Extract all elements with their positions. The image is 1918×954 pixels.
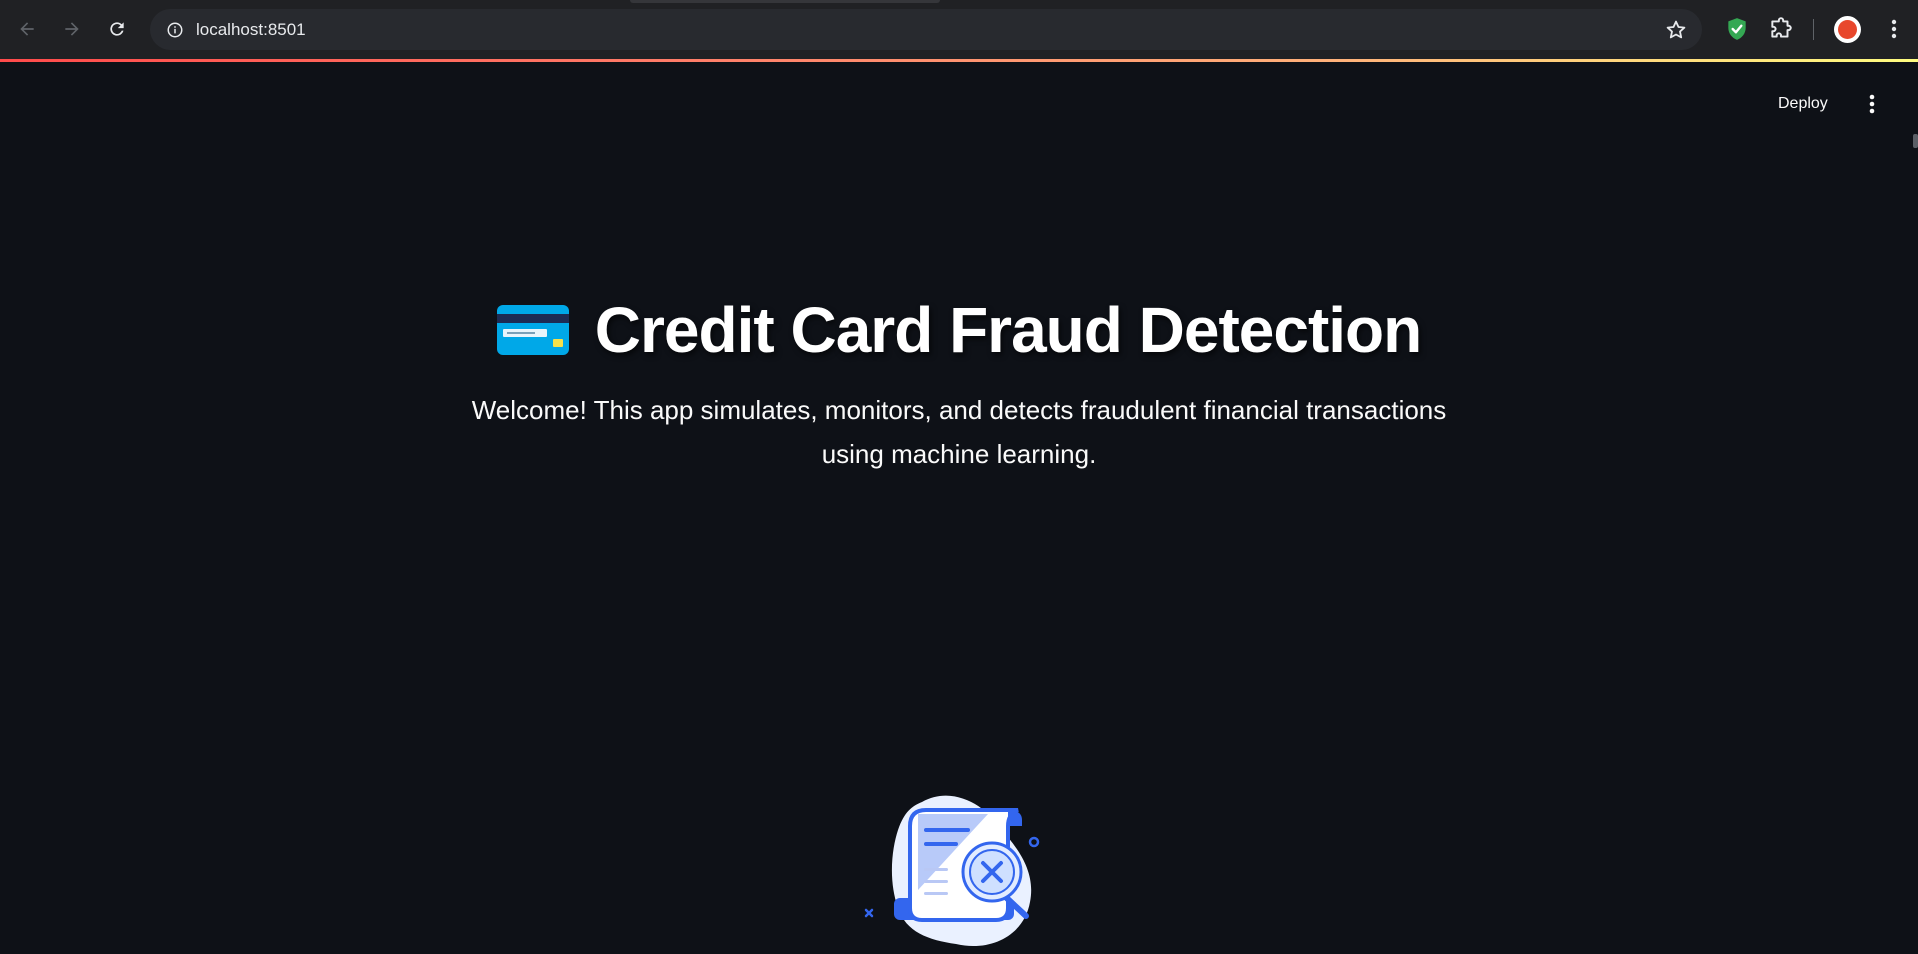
deploy-button[interactable]: Deploy — [1772, 90, 1834, 118]
forward-button[interactable] — [55, 12, 89, 46]
browser-toolbar: localhost:8501 — [0, 0, 1918, 59]
shield-check-icon[interactable] — [1724, 16, 1750, 42]
reload-icon — [110, 22, 124, 36]
credit-card-icon — [496, 305, 569, 355]
puzzle-icon[interactable] — [1768, 16, 1794, 42]
page-header: Credit Card Fraud Detection — [0, 280, 1918, 380]
toolbar-divider — [1813, 19, 1814, 40]
kebab-menu-icon[interactable] — [1883, 16, 1905, 42]
arrow-right-icon — [65, 22, 79, 36]
profile-avatar[interactable] — [1834, 16, 1861, 43]
url-text[interactable]: localhost:8501 — [196, 20, 306, 40]
kebab-menu-icon — [1869, 94, 1875, 114]
address-bar[interactable]: localhost:8501 — [150, 9, 1702, 50]
star-icon[interactable] — [1664, 18, 1688, 42]
reload-button[interactable] — [100, 12, 134, 46]
info-icon — [167, 22, 183, 38]
fraud-receipt-magnifier-illustration — [864, 795, 1040, 947]
avatar-image — [1838, 20, 1857, 39]
tab-strip-edge — [630, 0, 940, 3]
app-view: Deploy Credit Card Fraud Detection Welco… — [0, 62, 1918, 954]
back-button[interactable] — [10, 12, 44, 46]
page-title: Credit Card Fraud Detection — [594, 294, 1422, 366]
site-info-button[interactable] — [160, 15, 190, 45]
intro-text: Welcome! This app simulates, monitors, a… — [471, 395, 1447, 469]
scrollbar-thumb[interactable] — [1913, 134, 1918, 148]
arrow-left-icon — [20, 22, 34, 36]
main-menu-button[interactable] — [1862, 90, 1882, 118]
